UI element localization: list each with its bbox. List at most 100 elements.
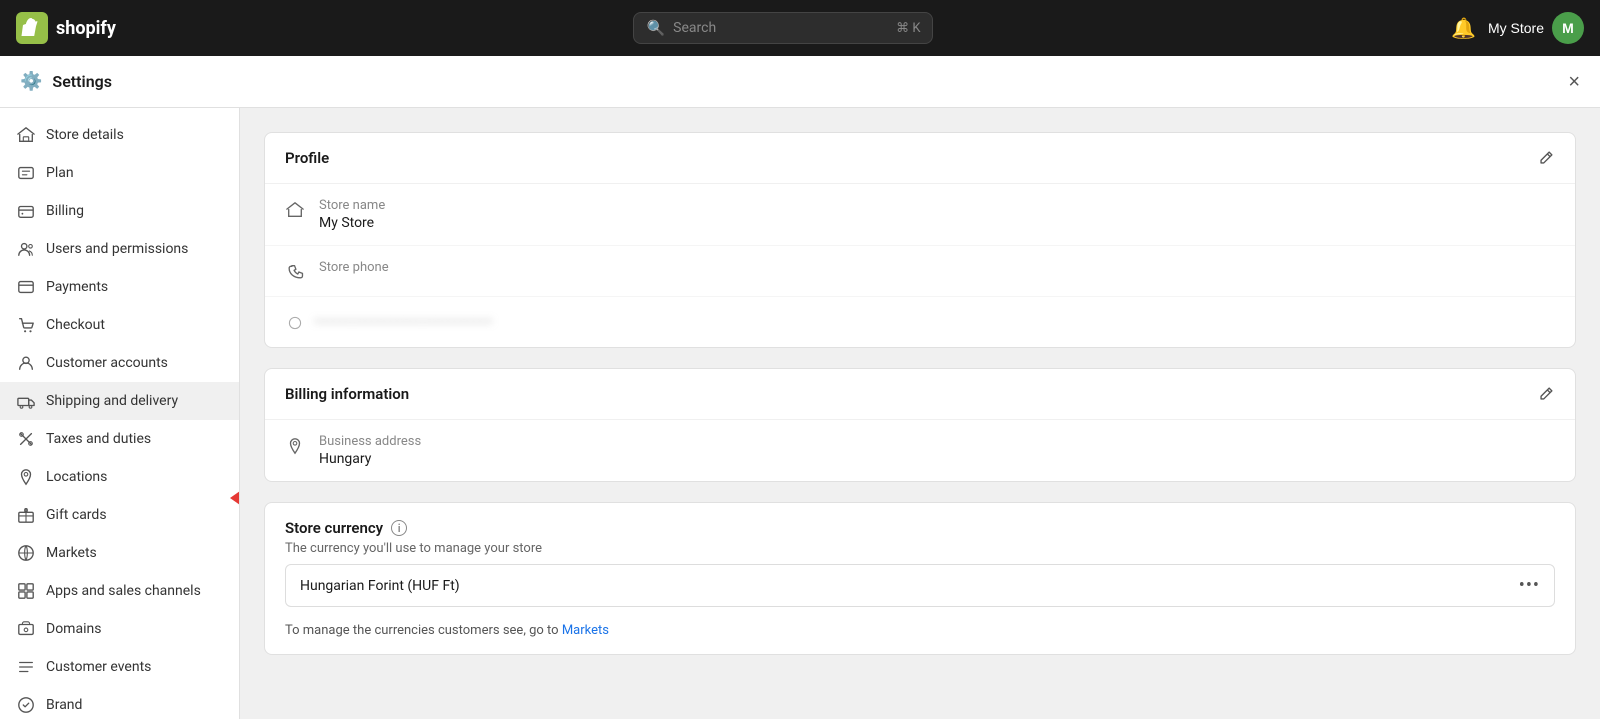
sidebar-item-label-locations: Locations — [46, 469, 107, 485]
apps-icon — [16, 581, 36, 601]
search-shortcut: ⌘ K — [896, 21, 920, 36]
sidebar-item-checkout[interactable]: Checkout — [0, 306, 239, 344]
sidebar-item-label-users: Users and permissions — [46, 241, 188, 257]
sidebar-item-shipping-delivery[interactable]: Shipping and delivery — [0, 382, 239, 420]
store-row-icon — [285, 200, 305, 220]
dialog-title-area: ⚙️ Settings — [20, 71, 112, 92]
profile-card-title: Profile — [285, 149, 329, 167]
currency-more-options-icon[interactable]: ••• — [1519, 575, 1540, 596]
search-icon: 🔍 — [646, 19, 665, 37]
close-dialog-button[interactable]: × — [1568, 72, 1580, 92]
checkout-icon — [16, 315, 36, 335]
notifications-bell-button[interactable]: 🔔 — [1451, 16, 1476, 41]
store-phone-label: Store phone — [319, 260, 1555, 275]
store-currency-title-row: Store currency i — [285, 519, 1555, 537]
billing-icon — [16, 201, 36, 221]
sidebar: Store details Plan Billing — [0, 108, 240, 719]
sidebar-item-brand[interactable]: Brand — [0, 686, 239, 719]
sidebar-item-taxes-duties[interactable]: Taxes and duties — [0, 420, 239, 458]
store-name-value: My Store — [319, 215, 1555, 231]
sidebar-item-apps-sales-channels[interactable]: Apps and sales channels — [0, 572, 239, 610]
store-currency-info-icon[interactable]: i — [391, 520, 407, 536]
address-row-icon — [285, 436, 305, 456]
sidebar-item-label-shipping: Shipping and delivery — [46, 393, 178, 409]
phone-row-icon — [285, 262, 305, 282]
users-icon — [16, 239, 36, 259]
billing-info-card-header: Billing information — [265, 369, 1575, 420]
sidebar-item-label-taxes: Taxes and duties — [46, 431, 151, 447]
currency-footer-text: To manage the currencies customers see, … — [285, 623, 559, 638]
email-blurred-icon — [285, 313, 305, 333]
dialog-header: ⚙️ Settings × — [0, 56, 1600, 108]
store-currency-title: Store currency — [285, 519, 383, 537]
markets-link[interactable]: Markets — [562, 623, 609, 638]
sidebar-item-label-payments: Payments — [46, 279, 108, 295]
settings-gear-icon: ⚙️ — [20, 71, 42, 92]
topbar-left: shopify — [16, 12, 116, 44]
payments-icon — [16, 277, 36, 297]
store-name-label: Store name — [319, 198, 1555, 213]
sidebar-item-label-customer-events: Customer events — [46, 659, 151, 675]
sidebar-item-label-plan: Plan — [46, 165, 74, 181]
main-area: ⚙️ Settings × Store details — [0, 56, 1600, 719]
shopify-wordmark: shopify — [56, 18, 116, 39]
business-address-value: Hungary — [319, 451, 1555, 467]
store-phone-row: Store phone — [265, 246, 1575, 297]
shipping-icon — [16, 391, 36, 411]
topbar: shopify 🔍 Search ⌘ K 🔔 My Store M — [0, 0, 1600, 56]
profile-edit-button[interactable] — [1537, 149, 1555, 167]
dialog-body: Store details Plan Billing — [0, 108, 1600, 719]
billing-edit-pencil-icon — [1537, 385, 1555, 403]
customer-accounts-icon — [16, 353, 36, 373]
sidebar-item-users-permissions[interactable]: Users and permissions — [0, 230, 239, 268]
profile-card: Profile Store name My Store — [264, 132, 1576, 348]
sidebar-item-domains[interactable]: Domains — [0, 610, 239, 648]
sidebar-item-label-customer-accounts: Customer accounts — [46, 355, 168, 371]
store-icon — [16, 125, 36, 145]
arrow-indicator — [230, 484, 240, 516]
sidebar-item-markets[interactable]: Markets — [0, 534, 239, 572]
store-menu-button[interactable]: My Store M — [1488, 12, 1584, 44]
profile-card-header: Profile — [265, 133, 1575, 184]
sidebar-item-billing[interactable]: Billing — [0, 192, 239, 230]
store-currency-card-header: Store currency i The currency you'll use… — [265, 503, 1575, 564]
markets-icon — [16, 543, 36, 563]
business-address-content: Business address Hungary — [319, 434, 1555, 467]
taxes-icon — [16, 429, 36, 449]
dialog-title: Settings — [52, 72, 112, 91]
settings-dialog: ⚙️ Settings × Store details — [0, 56, 1600, 719]
sidebar-item-label-apps: Apps and sales channels — [46, 583, 201, 599]
currency-selector[interactable]: Hungarian Forint (HUF Ft) ••• — [285, 564, 1555, 607]
sidebar-item-label-gift-cards: Gift cards — [46, 507, 107, 523]
store-phone-content: Store phone — [319, 260, 1555, 277]
customer-events-icon — [16, 657, 36, 677]
sidebar-item-label-brand: Brand — [46, 697, 82, 713]
business-address-row: Business address Hungary — [265, 420, 1575, 481]
brand-icon — [16, 695, 36, 715]
sidebar-item-payments[interactable]: Payments — [0, 268, 239, 306]
plan-icon — [16, 163, 36, 183]
sidebar-item-label-markets: Markets — [46, 545, 97, 561]
sidebar-item-label-domains: Domains — [46, 621, 101, 637]
search-bar[interactable]: 🔍 Search ⌘ K — [633, 12, 933, 44]
edit-pencil-icon — [1537, 149, 1555, 167]
sidebar-item-plan[interactable]: Plan — [0, 154, 239, 192]
sidebar-item-label-billing: Billing — [46, 203, 84, 219]
domains-icon — [16, 619, 36, 639]
sidebar-item-label-store-details: Store details — [46, 127, 124, 143]
gift-cards-icon — [16, 505, 36, 525]
sidebar-item-gift-cards[interactable]: Gift cards — [0, 496, 239, 534]
sidebar-item-customer-accounts[interactable]: Customer accounts — [0, 344, 239, 382]
store-name-row: Store name My Store — [265, 184, 1575, 246]
sidebar-item-locations[interactable]: Locations — [0, 458, 239, 496]
business-address-label: Business address — [319, 434, 1555, 449]
email-blurred-content: •••••••••••••••••••••••••••• — [315, 315, 494, 330]
store-name-content: Store name My Store — [319, 198, 1555, 231]
sidebar-item-label-checkout: Checkout — [46, 317, 105, 333]
email-blurred-row: •••••••••••••••••••••••••••• — [265, 297, 1575, 347]
billing-info-edit-button[interactable] — [1537, 385, 1555, 403]
sidebar-item-customer-events[interactable]: Customer events — [0, 648, 239, 686]
store-currency-subtitle: The currency you'll use to manage your s… — [285, 541, 1555, 556]
billing-info-card: Billing information Business address Hun… — [264, 368, 1576, 482]
sidebar-item-store-details[interactable]: Store details — [0, 116, 239, 154]
